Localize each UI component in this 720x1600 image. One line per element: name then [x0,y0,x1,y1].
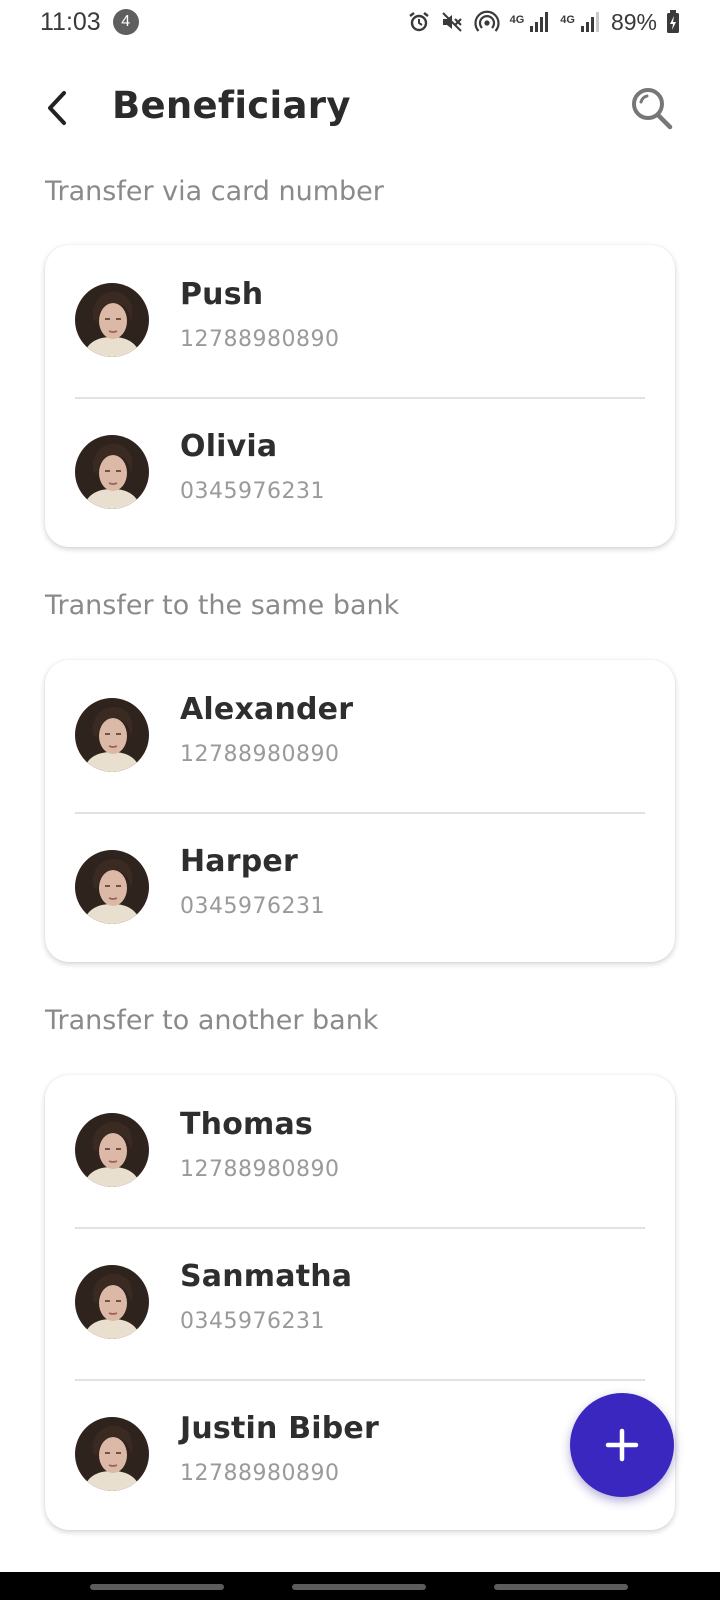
beneficiary-name: Harper [180,844,298,879]
section-title-card-number: Transfer via card number [45,176,384,207]
mute-icon [440,10,464,34]
beneficiary-name: Sanmatha [180,1259,353,1294]
beneficiary-account: 0345976231 [180,479,325,504]
avatar [75,1265,149,1339]
beneficiary-row[interactable]: Harper 0345976231 [45,812,675,962]
back-arrow-icon [48,91,66,125]
beneficiary-row[interactable]: Push 12788980890 [45,245,675,397]
avatar [75,698,149,772]
alarm-icon [407,10,431,34]
nav-back[interactable] [494,1584,628,1590]
hotspot-icon [473,10,501,34]
system-nav-bar [0,1572,720,1600]
avatar [75,850,149,924]
beneficiary-account: 12788980890 [180,742,340,767]
status-left: 11:03 4 [40,8,139,37]
beneficiary-name: Thomas [180,1107,313,1142]
beneficiary-account: 12788980890 [180,1157,340,1182]
beneficiary-account: 12788980890 [180,327,340,352]
signal-icon-2 [580,11,602,33]
beneficiary-name: Alexander [180,692,354,727]
beneficiary-row[interactable]: Olivia 0345976231 [45,397,675,547]
avatar [75,283,149,357]
search-button[interactable] [628,84,678,134]
battery-charging-icon [666,10,680,34]
status-right: 4G 4G 89% [407,9,680,36]
battery-percent: 89% [610,8,657,35]
search-icon [632,88,673,130]
back-button[interactable] [36,86,80,130]
beneficiary-account: 0345976231 [180,894,325,919]
beneficiary-row[interactable]: Alexander 12788980890 [45,660,675,812]
beneficiary-row[interactable]: Sanmatha 0345976231 [45,1227,675,1379]
beneficiary-account: 0345976231 [180,1309,325,1334]
beneficiary-card-card-number: Push 12788980890 Olivia 0345976231 [45,245,675,547]
add-beneficiary-button[interactable] [570,1393,674,1497]
notification-count-badge: 4 [112,9,139,35]
section-title-another-bank: Transfer to another bank [45,1005,379,1036]
beneficiary-name: Justin Biber [180,1411,379,1446]
section-title-same-bank: Transfer to the same bank [45,590,400,621]
status-time: 11:03 [40,7,101,36]
beneficiary-row[interactable]: Thomas 12788980890 [45,1075,675,1227]
beneficiary-name: Push [180,277,264,312]
status-bar: 11:03 4 4G 4G 89% [0,0,720,44]
network-type-1: 4G [509,13,525,26]
beneficiary-card-same-bank: Alexander 12788980890 Harper 0345976231 [45,660,675,962]
page-title: Beneficiary [112,84,351,127]
nav-recents[interactable] [90,1584,224,1590]
plus-icon [605,1428,639,1462]
beneficiary-name: Olivia [180,429,278,464]
nav-home[interactable] [292,1584,426,1590]
avatar [75,435,149,509]
signal-icon [529,11,551,33]
app-bar: Beneficiary [0,70,720,150]
beneficiary-account: 12788980890 [180,1461,340,1486]
avatar [75,1417,149,1491]
avatar [75,1113,149,1187]
network-type-2: 4G [560,13,575,26]
